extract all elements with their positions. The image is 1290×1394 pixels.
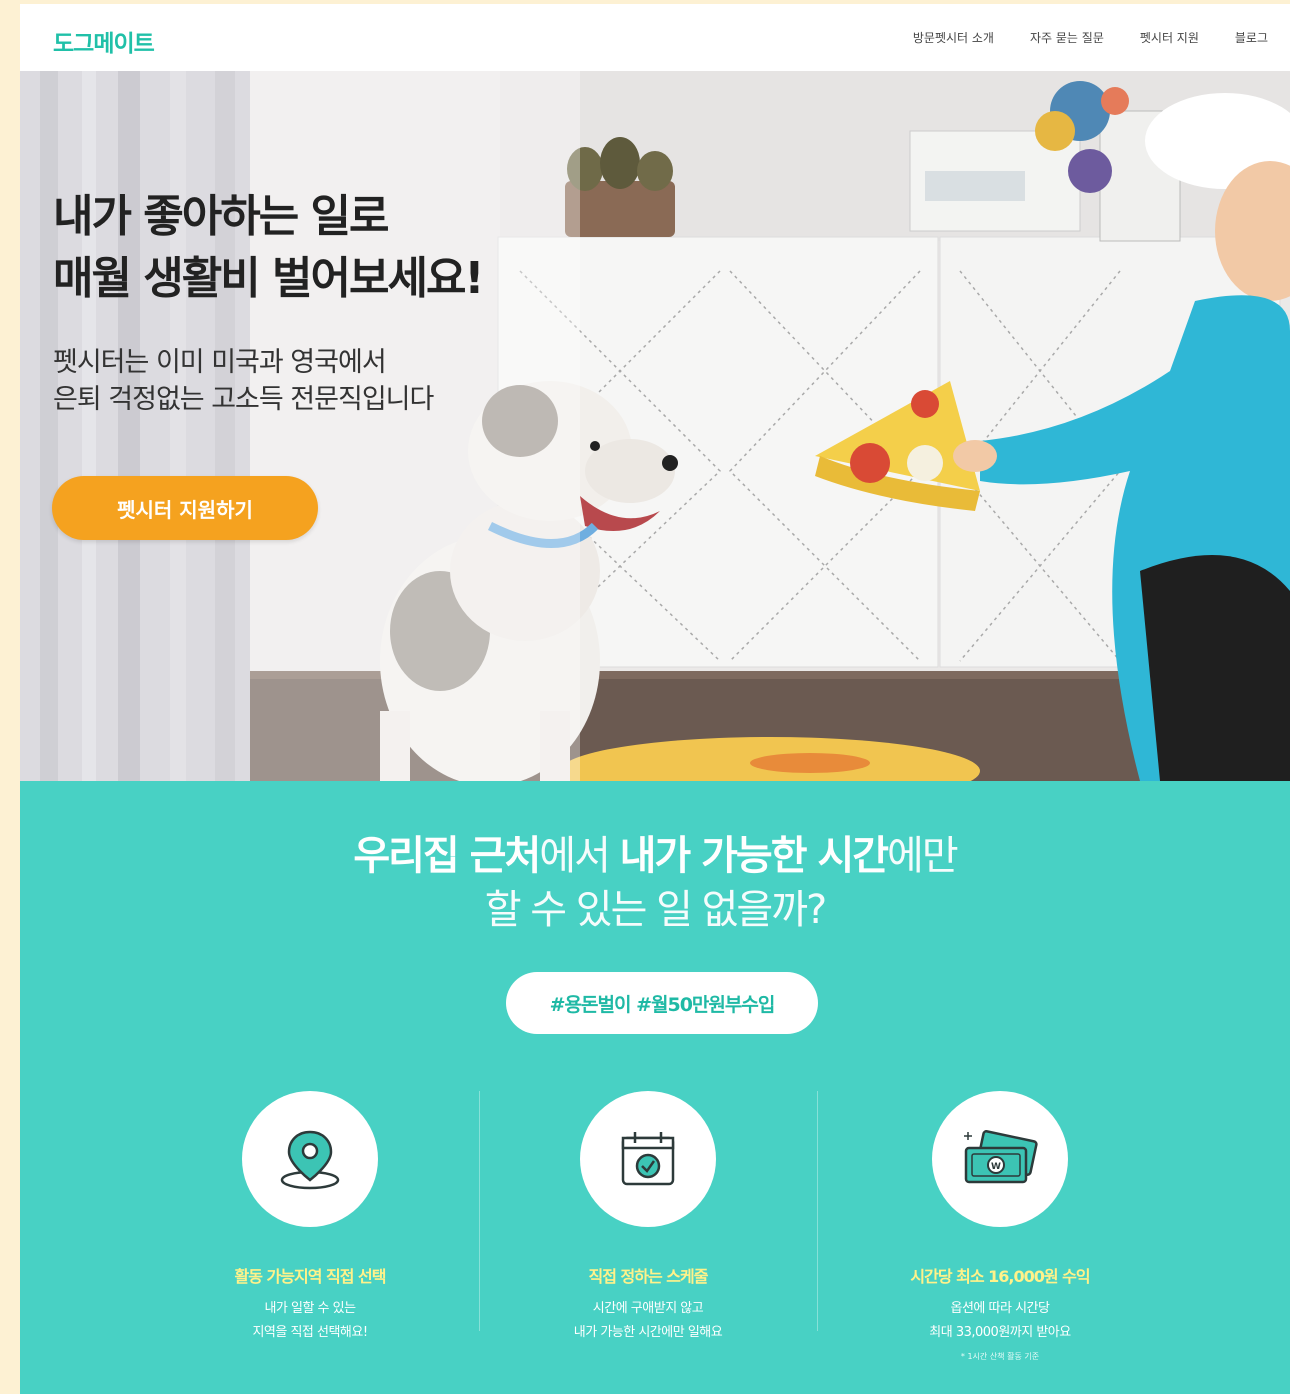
nav-faq[interactable]: 자주 묻는 질문 [1030, 29, 1104, 46]
feature-divider [479, 1091, 480, 1331]
feature-income: W 시간당 최소 16,000원 수익 옵션에 따라 시간당 최대 33,000… [835, 1091, 1165, 1362]
nav-sitter-apply[interactable]: 펫시터 지원 [1140, 29, 1199, 46]
feature-location: 활동 가능지역 직접 선택 내가 일할 수 있는 지역을 직접 선택해요! [145, 1091, 475, 1345]
plant-pot [565, 137, 675, 237]
hashtag-pill: #용돈벌이 #월50만원부수입 [506, 972, 818, 1034]
heading-connector: 에서 [539, 833, 620, 879]
hero-photo [20, 71, 1290, 781]
feature-icon-circle [242, 1091, 378, 1227]
feature-desc-line2: 최대 33,000원까지 받아요 [929, 1325, 1071, 1340]
feature-divider [817, 1091, 818, 1331]
feature-list: 활동 가능지역 직접 선택 내가 일할 수 있는 지역을 직접 선택해요! 직접… [20, 1091, 1290, 1371]
feature-description: 내가 일할 수 있는 지역을 직접 선택해요! [145, 1297, 475, 1345]
page: 도그메이트 방문펫시터 소개 자주 묻는 질문 펫시터 지원 블로그 내가 좋아… [20, 4, 1290, 1394]
hero-subtitle: 펫시터는 이미 미국과 영국에서 은퇴 걱정없는 고소득 전문직입니다 [53, 344, 434, 418]
feature-desc-line1: 내가 일할 수 있는 [264, 1301, 356, 1316]
feature-title: 직접 정하는 스케줄 [588, 1267, 709, 1286]
section-heading: 우리집 근처에서 내가 가능한 시간에만 할 수 있는 일 없을까? [20, 829, 1290, 937]
feature-schedule: 직접 정하는 스케줄 시간에 구애받지 않고 내가 가능한 시간에만 일해요 [483, 1091, 813, 1345]
feature-description: 옵션에 따라 시간당 최대 33,000원까지 받아요 [835, 1297, 1165, 1345]
apply-sitter-button[interactable]: 펫시터 지원하기 [52, 476, 318, 540]
hero-section: 내가 좋아하는 일로 매월 생활비 벌어보세요! 펫시터는 이미 미국과 영국에… [20, 71, 1290, 781]
feature-description: 시간에 구애받지 않고 내가 가능한 시간에만 일해요 [483, 1297, 813, 1345]
nav-sitter-intro[interactable]: 방문펫시터 소개 [913, 29, 994, 46]
feature-desc-line2: 지역을 직접 선택해요! [252, 1325, 368, 1340]
hero-title-line1: 내가 좋아하는 일로 [53, 191, 389, 242]
feature-desc-line1: 옵션에 따라 시간당 [950, 1301, 1050, 1316]
feature-footnote: * 1시간 산책 활동 기준 [960, 1352, 1040, 1361]
top-header: 도그메이트 방문펫시터 소개 자주 묻는 질문 펫시터 지원 블로그 [20, 4, 1290, 71]
money-icon: W [964, 1130, 1038, 1184]
feature-icon-circle: W [932, 1091, 1068, 1227]
heading-only: 에만 [887, 833, 959, 879]
main-nav: 방문펫시터 소개 자주 묻는 질문 펫시터 지원 블로그 [913, 29, 1268, 46]
feature-title: 시간당 최소 16,000원 수익 [910, 1267, 1090, 1286]
benefits-section: 우리집 근처에서 내가 가능한 시간에만 할 수 있는 일 없을까? #용돈벌이… [20, 781, 1290, 1394]
nav-blog[interactable]: 블로그 [1235, 29, 1268, 46]
calendar-check-icon [621, 1132, 675, 1186]
feature-desc-line2: 내가 가능한 시간에만 일해요 [573, 1325, 723, 1340]
hero-title-line2: 매월 생활비 벌어보세요! [53, 253, 485, 304]
hero-sub-line2: 은퇴 걱정없는 고소득 전문직입니다 [53, 384, 434, 415]
logo[interactable]: 도그메이트 [53, 24, 155, 58]
feature-icon-circle [580, 1091, 716, 1227]
feature-title: 활동 가능지역 직접 선택 [234, 1267, 387, 1286]
heading-available-time: 내가 가능한 시간 [619, 833, 889, 879]
hero-sub-line1: 펫시터는 이미 미국과 영국에서 [53, 347, 387, 378]
heading-near-home: 우리집 근처 [353, 833, 541, 879]
location-pin-icon [280, 1130, 340, 1190]
svg-text:W: W [991, 1162, 1001, 1172]
feature-desc-line1: 시간에 구애받지 않고 [592, 1301, 704, 1316]
heading-line2: 할 수 있는 일 없을까? [484, 887, 828, 933]
hero-title: 내가 좋아하는 일로 매월 생활비 벌어보세요! [53, 186, 485, 310]
